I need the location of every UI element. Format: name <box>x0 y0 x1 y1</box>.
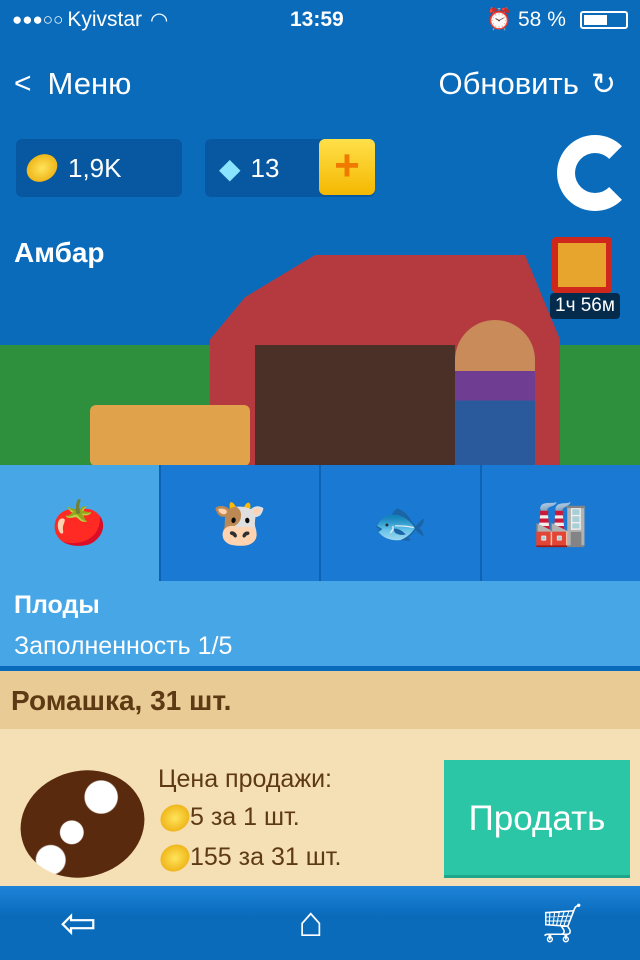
home-icon[interactable]: ⌂ <box>298 898 323 946</box>
sync-button[interactable] <box>557 135 633 211</box>
farmer-illustration <box>455 320 535 466</box>
price-all: 155 за 31 шт. <box>190 843 342 871</box>
chevron-left-icon: < <box>14 67 32 100</box>
price-one-row: 5 за 1 шт. <box>155 798 300 837</box>
gems-counter: ◆ 13 + <box>205 139 375 197</box>
category-fill: Заполненность 1/5 <box>14 632 233 660</box>
back-button[interactable]: < Меню <box>14 66 131 102</box>
battery-percent: 58 % <box>518 8 566 31</box>
price-one: 5 за 1 шт. <box>190 803 300 831</box>
diamond-icon: ◆ <box>219 152 241 184</box>
animal-products-icon: 🐮 <box>212 499 268 548</box>
status-bar: ●●●○○ Kyivstar ◠ 13:59 ⏰ 58 % <box>0 0 640 40</box>
bottom-toolbar: ⇦ ⌂ 🛒︎ <box>0 886 640 960</box>
barn-banner: Амбар 1ч 56м <box>0 225 640 466</box>
category-title: Плоды <box>14 591 100 619</box>
refresh-button[interactable]: Обновить ↻ <box>438 66 616 102</box>
gift-button[interactable] <box>552 237 612 293</box>
price-all-row: 155 за 31 шт. <box>155 838 342 877</box>
navigation-bar: < Меню Обновить ↻ <box>0 60 640 110</box>
banner-title: Амбар <box>14 237 105 268</box>
wifi-icon: ◠ <box>150 8 169 32</box>
carrier-name: Kyivstar <box>67 8 143 31</box>
coins-counter: 1,9K <box>16 139 182 197</box>
add-gems-button[interactable]: + <box>319 139 375 195</box>
back-label: Меню <box>47 66 132 101</box>
vegetables-icon: 🍅 <box>51 499 107 548</box>
gift-timer: 1ч 56м <box>550 293 620 319</box>
chamomile-icon <box>8 756 157 892</box>
alarm-icon: ⏰ <box>486 8 513 31</box>
coin-icon <box>155 798 195 837</box>
item-card: Цена продажи: 5 за 1 шт. 155 за 31 шт. П… <box>0 729 640 892</box>
barn-door <box>255 345 455 466</box>
item-title: Ромашка, 31 шт. <box>0 671 640 729</box>
fish-icon: 🐟 <box>372 499 428 548</box>
back-arrow-icon[interactable]: ⇦ <box>60 898 97 949</box>
tab-fish[interactable]: 🐟 <box>321 465 482 581</box>
signal-indicator: ●●●○○ <box>12 10 64 29</box>
factory-icon: 🏭 <box>533 499 589 548</box>
tab-fruits[interactable]: 🍅 <box>0 465 161 581</box>
coins-value: 1,9K <box>68 152 122 183</box>
gems-value: 13 <box>250 152 280 183</box>
tab-factory[interactable]: 🏭 <box>482 465 640 581</box>
coin-icon <box>155 838 195 877</box>
produce-crates <box>90 405 250 466</box>
refresh-icon: ↻ <box>590 67 616 101</box>
clock: 13:59 <box>290 8 344 31</box>
battery-icon <box>580 11 628 29</box>
coin-icon <box>21 148 63 188</box>
cart-icon[interactable]: 🛒︎ <box>538 902 586 946</box>
sell-button[interactable]: Продать <box>444 760 630 878</box>
category-header: Плоды Заполненность 1/5 <box>0 581 640 666</box>
refresh-label: Обновить <box>438 66 579 101</box>
price-label: Цена продажи: <box>158 765 332 793</box>
storage-tabs: 🍅 🐮 🐟 🏭 <box>0 465 640 581</box>
tab-animal-products[interactable]: 🐮 <box>161 465 321 581</box>
